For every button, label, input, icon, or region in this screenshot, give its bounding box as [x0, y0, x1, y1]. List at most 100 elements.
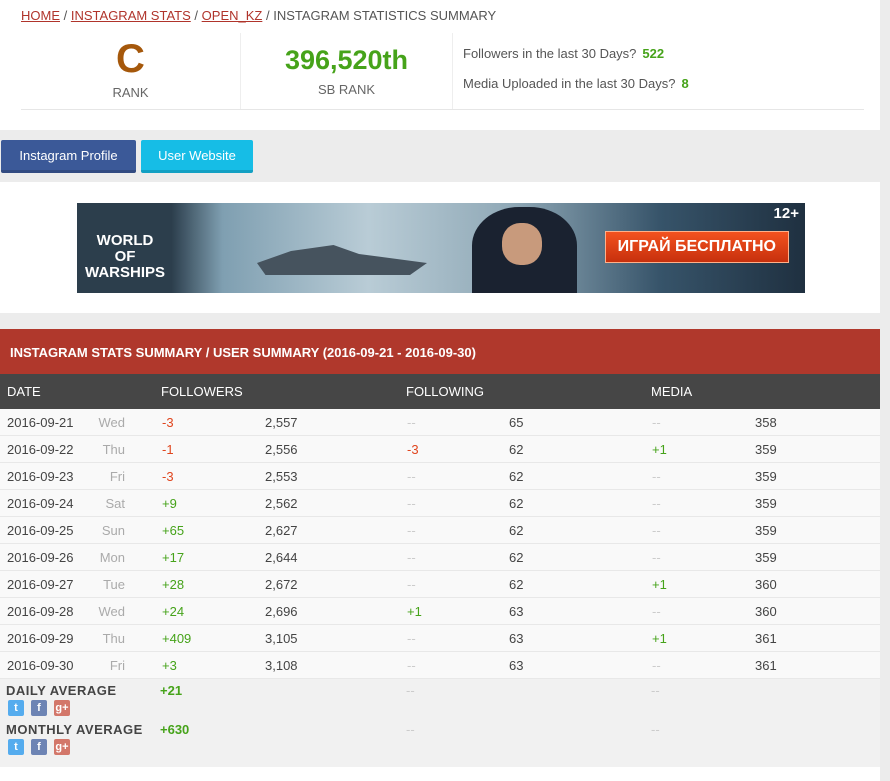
media-30d-value: 8 — [681, 76, 689, 91]
table-row: 2016-09-28 Wed +24 2,696 +1 63 -- 360 — [0, 598, 880, 625]
followers-total: 2,557 — [265, 415, 298, 430]
day: Sun — [101, 523, 125, 538]
following-change: +1 — [407, 604, 422, 619]
facebook-icon[interactable]: f — [31, 739, 47, 755]
facebook-icon[interactable]: f — [31, 700, 47, 716]
following-change: -3 — [407, 442, 419, 457]
averages: DAILY AVERAGE +21 -- -- t f g+ MONTHLY A… — [0, 679, 880, 767]
following-change: -- — [407, 496, 416, 511]
ad-play-button[interactable]: ИГРАЙ БЕСПЛАТНО — [604, 231, 789, 263]
separator: / — [194, 8, 199, 23]
user-website-button[interactable]: User Website — [141, 140, 253, 173]
following-total: 62 — [509, 577, 524, 592]
followers-total: 3,108 — [265, 658, 298, 673]
following-total: 65 — [509, 415, 524, 430]
followers-change: +9 — [162, 496, 177, 511]
separator: / — [63, 8, 68, 23]
day: Wed — [98, 415, 126, 430]
date: 2016-09-25 — [7, 523, 74, 538]
media-30d-label: Media Uploaded in the last 30 Days? — [463, 76, 676, 91]
date: 2016-09-28 — [7, 604, 74, 619]
media-change: -- — [652, 550, 661, 565]
media-total: 359 — [755, 496, 777, 511]
date: 2016-09-23 — [7, 469, 74, 484]
media-change: -- — [652, 469, 661, 484]
followers-change: +409 — [162, 631, 192, 646]
day: Thu — [102, 631, 125, 646]
stats-table: INSTAGRAM STATS SUMMARY / USER SUMMARY (… — [0, 329, 880, 781]
followers-total: 2,562 — [265, 496, 298, 511]
table-row: 2016-09-29 Thu +409 3,105 -- 63 +1 361 — [0, 625, 880, 652]
grade-value: C — [116, 37, 145, 81]
followers-total: 2,672 — [265, 577, 298, 592]
monthly-average-label: MONTHLY AVERAGE — [6, 722, 143, 737]
breadcrumb-instagram-stats[interactable]: INSTAGRAM STATS — [71, 8, 191, 23]
breadcrumb-home[interactable]: HOME — [21, 8, 60, 23]
monthly-average-followers: +630 — [160, 722, 190, 737]
table-row: 2016-09-30 Fri +3 3,108 -- 63 -- 361 — [0, 652, 880, 679]
followers-change: +65 — [162, 523, 185, 538]
twitter-icon[interactable]: t — [8, 700, 24, 716]
daily-average-label: DAILY AVERAGE — [6, 683, 117, 698]
media-change: +1 — [652, 442, 667, 457]
following-change: -- — [407, 631, 416, 646]
following-change: -- — [407, 577, 416, 592]
separator: / — [265, 8, 270, 23]
media-total: 361 — [755, 631, 777, 646]
date: 2016-09-21 — [7, 415, 74, 430]
google-plus-icon[interactable]: g+ — [54, 739, 70, 755]
media-change: +1 — [652, 631, 667, 646]
date: 2016-09-26 — [7, 550, 74, 565]
daily-average-media: -- — [651, 683, 660, 698]
grade-label: RANK — [112, 85, 149, 100]
col-date: DATE — [7, 384, 41, 399]
table-row: 2016-09-22 Thu -1 2,556 -3 62 +1 359 — [0, 436, 880, 463]
daily-average-following: -- — [406, 683, 415, 698]
media-total: 359 — [755, 523, 777, 538]
media-change: +1 — [652, 577, 667, 592]
grade-cell: C RANK — [21, 33, 241, 109]
ad-banner[interactable]: WORLD OF WARSHIPS ИГРАЙ БЕСПЛАТНО 12+ — [77, 203, 805, 293]
date: 2016-09-22 — [7, 442, 74, 457]
sb-rank-cell: 396,520th SB RANK — [241, 33, 453, 109]
media-total: 360 — [755, 577, 777, 592]
media-change: -- — [652, 496, 661, 511]
ad-container: WORLD OF WARSHIPS ИГРАЙ БЕСПЛАТНО 12+ — [0, 182, 880, 313]
table-row: 2016-09-24 Sat +9 2,562 -- 62 -- 359 — [0, 490, 880, 517]
last-30-days: Followers in the last 30 Days? 522 Media … — [463, 46, 689, 122]
day: Fri — [109, 469, 125, 484]
day: Wed — [98, 604, 126, 619]
breadcrumb: HOME / INSTAGRAM STATS / OPEN_KZ / INSTA… — [21, 8, 496, 23]
day: Fri — [109, 658, 125, 673]
following-change: -- — [407, 415, 416, 430]
followers-change: +24 — [162, 604, 185, 619]
table-row: 2016-09-26 Mon +17 2,644 -- 62 -- 359 — [0, 544, 880, 571]
table-row: 2016-09-27 Tue +28 2,672 -- 62 +1 360 — [0, 571, 880, 598]
breadcrumb-current: INSTAGRAM STATISTICS SUMMARY — [273, 8, 497, 23]
google-plus-icon[interactable]: g+ — [54, 700, 70, 716]
following-total: 62 — [509, 550, 524, 565]
col-media: MEDIA — [651, 384, 693, 399]
date: 2016-09-24 — [7, 496, 74, 511]
twitter-icon[interactable]: t — [8, 739, 24, 755]
captain-face — [502, 223, 542, 265]
date: 2016-09-30 — [7, 658, 74, 673]
table-header: DATE FOLLOWERS FOLLOWING MEDIA — [0, 374, 880, 409]
following-total: 62 — [509, 469, 524, 484]
followers-30d-value: 522 — [642, 46, 665, 61]
monthly-average-media: -- — [651, 722, 660, 737]
media-total: 359 — [755, 469, 777, 484]
following-change: -- — [407, 469, 416, 484]
day: Mon — [99, 550, 125, 565]
following-change: -- — [407, 658, 416, 673]
following-total: 63 — [509, 658, 524, 673]
day: Thu — [102, 442, 125, 457]
instagram-profile-button[interactable]: Instagram Profile — [1, 140, 136, 173]
summary-card: HOME / INSTAGRAM STATS / OPEN_KZ / INSTA… — [0, 0, 880, 130]
media-change: -- — [652, 658, 661, 673]
media-total: 358 — [755, 415, 777, 430]
breadcrumb-user[interactable]: OPEN_KZ — [202, 8, 263, 23]
media-change: -- — [652, 523, 661, 538]
media-total: 360 — [755, 604, 777, 619]
col-following: FOLLOWING — [406, 384, 485, 399]
